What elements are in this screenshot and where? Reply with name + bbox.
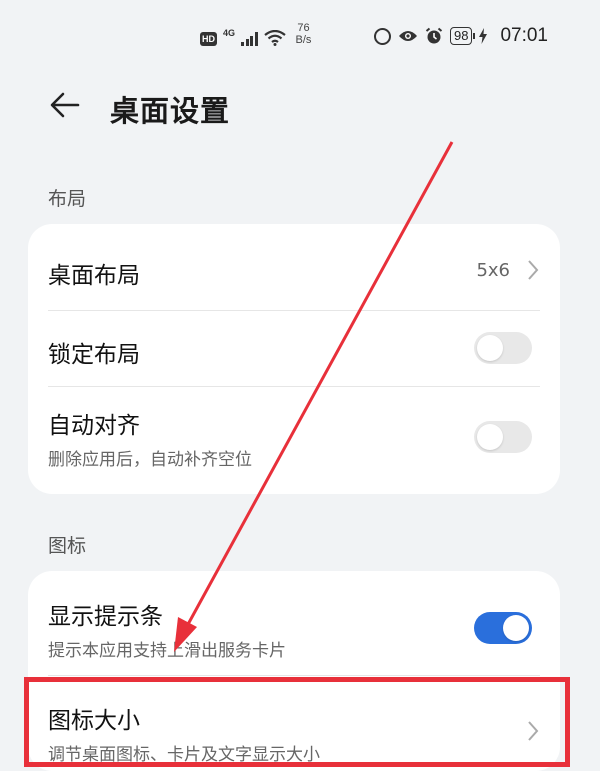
- annotation-arrow: [174, 141, 454, 652]
